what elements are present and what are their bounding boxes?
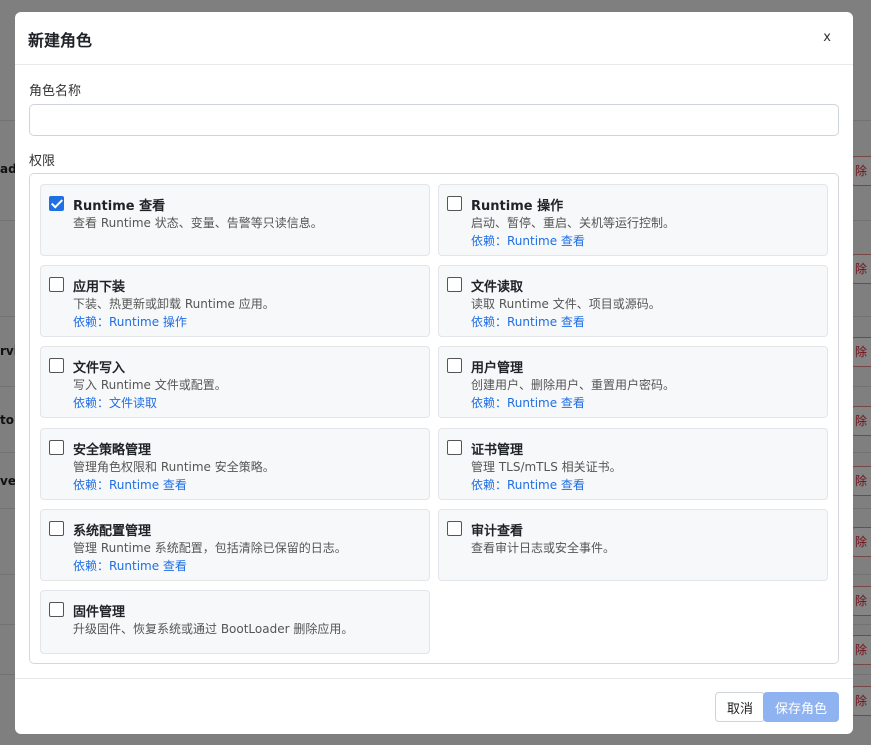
permission-checkbox[interactable]	[49, 602, 64, 617]
permission-title: Runtime 操作	[471, 199, 564, 214]
permissions-group: Runtime 查看 查看 Runtime 状态、变量、告警等只读信息。 Run…	[29, 173, 839, 664]
permission-runtime-operate[interactable]: Runtime 操作 启动、暂停、重启、关机等运行控制。 依赖：Runtime …	[438, 184, 828, 256]
permission-dependency: 依赖：文件读取	[73, 396, 158, 410]
permission-title: 系统配置管理	[73, 524, 152, 539]
dialog-footer: 取消 保存角色	[15, 678, 853, 734]
permission-description: 创建用户、删除用户、重置用户密码。	[471, 378, 676, 392]
permission-certificate-management[interactable]: 证书管理 管理 TLS/mTLS 相关证书。 依赖：Runtime 查看	[438, 428, 828, 500]
permission-dependency: 依赖：Runtime 查看	[471, 396, 585, 410]
save-role-button[interactable]: 保存角色	[763, 692, 839, 722]
cancel-button[interactable]: 取消	[715, 692, 765, 722]
permission-checkbox[interactable]	[49, 196, 64, 211]
permission-checkbox[interactable]	[447, 277, 462, 292]
permission-dependency: 依赖：Runtime 查看	[73, 559, 187, 573]
permission-description: 升级固件、恢复系统或通过 BootLoader 删除应用。	[73, 622, 354, 636]
permission-description: 下装、热更新或卸载 Runtime 应用。	[73, 297, 275, 311]
permission-checkbox[interactable]	[49, 521, 64, 536]
permission-title: 用户管理	[471, 361, 524, 376]
permission-firmware-management[interactable]: 固件管理 升级固件、恢复系统或通过 BootLoader 删除应用。	[40, 590, 430, 654]
permission-title: 安全策略管理	[73, 443, 152, 458]
permission-dependency: 依赖：Runtime 查看	[73, 478, 187, 492]
permission-dependency: 依赖：Runtime 查看	[471, 234, 585, 248]
permission-runtime-view[interactable]: Runtime 查看 查看 Runtime 状态、变量、告警等只读信息。	[40, 184, 430, 256]
close-button[interactable]: x	[823, 30, 831, 45]
permission-security-policy[interactable]: 安全策略管理 管理角色权限和 Runtime 安全策略。 依赖：Runtime …	[40, 428, 430, 500]
permission-description: 读取 Runtime 文件、项目或源码。	[471, 297, 661, 311]
permission-title: 固件管理	[73, 605, 126, 620]
permission-dependency: 依赖：Runtime 查看	[471, 478, 585, 492]
permission-description: 启动、暂停、重启、关机等运行控制。	[471, 216, 676, 230]
permission-file-read[interactable]: 文件读取 读取 Runtime 文件、项目或源码。 依赖：Runtime 查看	[438, 265, 828, 337]
permission-checkbox[interactable]	[447, 521, 462, 536]
permission-title: 证书管理	[471, 443, 524, 458]
permission-audit-view[interactable]: 审计查看 查看审计日志或安全事件。	[438, 509, 828, 581]
permission-checkbox[interactable]	[447, 440, 462, 455]
permission-title: 文件写入	[73, 361, 126, 376]
permission-title: 审计查看	[471, 524, 524, 539]
permission-file-write[interactable]: 文件写入 写入 Runtime 文件或配置。 依赖：文件读取	[40, 346, 430, 418]
permission-app-deploy[interactable]: 应用下装 下装、热更新或卸载 Runtime 应用。 依赖：Runtime 操作	[40, 265, 430, 337]
permission-checkbox[interactable]	[49, 440, 64, 455]
role-name-label: 角色名称	[29, 84, 82, 99]
permission-description: 管理角色权限和 Runtime 安全策略。	[73, 460, 275, 474]
permission-description: 查看 Runtime 状态、变量、告警等只读信息。	[73, 216, 323, 230]
permission-description: 管理 Runtime 系统配置，包括清除已保留的日志。	[73, 541, 347, 555]
permissions-label: 权限	[29, 154, 56, 169]
permission-description: 查看审计日志或安全事件。	[471, 541, 616, 555]
permission-checkbox[interactable]	[49, 277, 64, 292]
permission-description: 写入 Runtime 文件或配置。	[73, 378, 227, 392]
permission-checkbox[interactable]	[447, 358, 462, 373]
permission-description: 管理 TLS/mTLS 相关证书。	[471, 460, 622, 474]
permission-system-config[interactable]: 系统配置管理 管理 Runtime 系统配置，包括清除已保留的日志。 依赖：Ru…	[40, 509, 430, 581]
permission-dependency: 依赖：Runtime 查看	[471, 315, 585, 329]
permission-title: 文件读取	[471, 280, 524, 295]
dialog-header: 新建角色 x	[15, 12, 853, 65]
role-name-input[interactable]	[29, 104, 839, 136]
permission-dependency: 依赖：Runtime 操作	[73, 315, 187, 329]
new-role-dialog: 新建角色 x 角色名称 权限 Runtime 查看 查看 Runtime 状态、…	[15, 12, 853, 734]
permission-user-management[interactable]: 用户管理 创建用户、删除用户、重置用户密码。 依赖：Runtime 查看	[438, 346, 828, 418]
permission-title: 应用下装	[73, 280, 126, 295]
permission-checkbox[interactable]	[49, 358, 64, 373]
permission-title: Runtime 查看	[73, 199, 166, 214]
permission-checkbox[interactable]	[447, 196, 462, 211]
dialog-title: 新建角色	[28, 31, 93, 50]
